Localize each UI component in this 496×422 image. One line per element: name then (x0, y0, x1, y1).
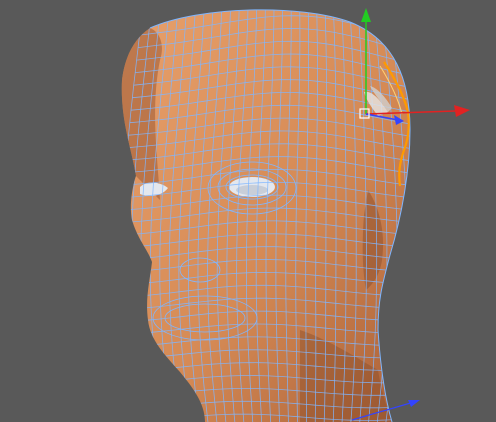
arrow-right-icon[interactable] (454, 105, 470, 117)
axis-arrow-icon (408, 400, 420, 407)
arrow-up-icon[interactable] (361, 8, 371, 22)
viewport-canvas[interactable] (0, 0, 496, 422)
right-eye-shade (236, 185, 268, 195)
3d-viewport[interactable] (0, 0, 496, 422)
